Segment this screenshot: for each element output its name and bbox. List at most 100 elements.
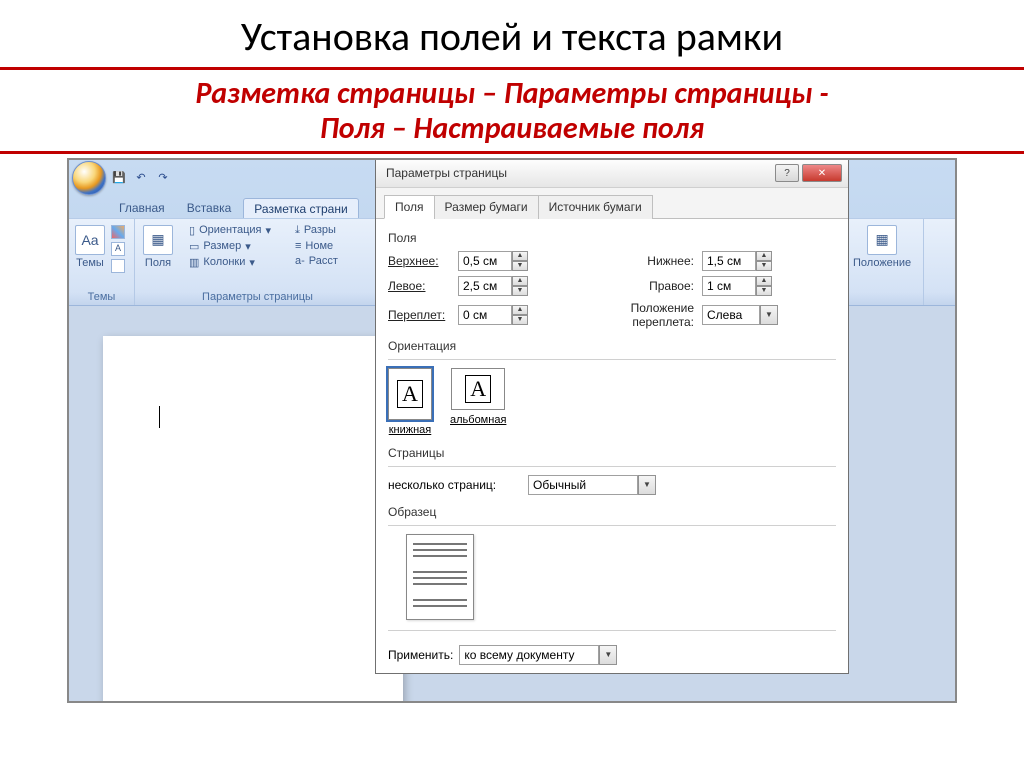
spin-down-icon[interactable]: ▼ xyxy=(756,286,772,296)
save-icon[interactable]: 💾 xyxy=(110,169,128,187)
close-button[interactable]: ✕ xyxy=(802,164,842,182)
orientation-section: Ориентация A книжная A альбомная xyxy=(388,339,836,436)
margins-icon: ▦ xyxy=(143,225,173,255)
page-setup-dialog: Параметры страницы ? ✕ Поля Размер бумаг… xyxy=(375,159,849,674)
breaks-button[interactable]: ⤓ Разры xyxy=(295,223,338,238)
page-setup-group-label: Параметры страницы xyxy=(135,291,380,303)
orientation-icon: ▯ xyxy=(189,224,195,237)
columns-button[interactable]: ▥Колонки ▾ xyxy=(189,255,271,270)
text-cursor xyxy=(159,406,160,428)
hyphenation-button[interactable]: a- Расст xyxy=(295,254,338,268)
spin-up-icon[interactable]: ▲ xyxy=(512,251,528,261)
theme-effects-icon[interactable] xyxy=(111,259,125,273)
chevron-down-icon[interactable]: ▼ xyxy=(599,645,617,665)
themes-icon: Aa xyxy=(75,225,105,255)
top-margin-label: Верхнее: xyxy=(388,254,458,268)
dialog-titlebar[interactable]: Параметры страницы ? ✕ xyxy=(376,160,848,188)
spin-down-icon[interactable]: ▼ xyxy=(512,315,528,325)
orientation-label: Ориентация xyxy=(199,224,261,236)
orientation-landscape[interactable]: A альбомная xyxy=(450,368,506,436)
size-icon: ▭ xyxy=(189,240,199,253)
apply-to-label: Применить: xyxy=(388,648,453,662)
spin-up-icon[interactable]: ▲ xyxy=(756,276,772,286)
gutter-field[interactable] xyxy=(458,305,512,325)
margins-button[interactable]: ▦ Поля xyxy=(143,225,173,269)
divider xyxy=(388,466,836,467)
preview-section-label: Образец xyxy=(388,505,836,519)
divider xyxy=(388,359,836,360)
subtitle-line2: Поля – Настраиваемые поля xyxy=(320,110,704,147)
gutter-input[interactable]: ▲▼ xyxy=(458,305,528,325)
columns-icon: ▥ xyxy=(189,256,199,269)
spin-up-icon[interactable]: ▲ xyxy=(512,276,528,286)
pages-section-label: Страницы xyxy=(388,446,836,460)
tab-fields[interactable]: Поля xyxy=(384,195,435,219)
orientation-portrait[interactable]: A книжная xyxy=(388,368,432,436)
gutter-position-field[interactable] xyxy=(702,305,760,325)
right-margin-input[interactable]: ▲▼ xyxy=(702,276,772,296)
top-margin-input[interactable]: ▲▼ xyxy=(458,251,528,271)
landscape-label: альбомная xyxy=(450,414,506,426)
apply-to-select[interactable]: ▼ xyxy=(459,645,617,665)
tab-paper-source[interactable]: Источник бумаги xyxy=(538,195,653,219)
tab-home[interactable]: Главная xyxy=(109,198,175,220)
undo-icon[interactable]: ↶ xyxy=(132,169,150,187)
slide-title: Установка полей и текста рамки xyxy=(0,0,1024,67)
columns-label: Колонки xyxy=(203,256,245,268)
right-margin-field[interactable] xyxy=(702,276,756,296)
theme-colors-icon[interactable] xyxy=(111,225,125,239)
tab-insert[interactable]: Вставка xyxy=(177,198,242,220)
chevron-down-icon[interactable]: ▼ xyxy=(638,475,656,495)
size-label: Размер xyxy=(203,240,241,252)
left-margin-label: Левое: xyxy=(388,279,458,293)
chevron-down-icon[interactable]: ▼ xyxy=(760,305,778,325)
bottom-margin-label: Нижнее: xyxy=(572,254,702,268)
spin-down-icon[interactable]: ▼ xyxy=(512,261,528,271)
apply-to-field[interactable] xyxy=(459,645,599,665)
glyph-a: A xyxy=(465,375,491,403)
gutter-label: Переплет: xyxy=(388,308,458,322)
pages-section: Страницы несколько страниц: ▼ xyxy=(388,446,836,495)
ribbon-group-page-setup: ▦ Поля ▯Ориентация ▾ ▭Размер ▾ ▥Колонки … xyxy=(135,219,381,305)
tab-page-layout[interactable]: Разметка страни xyxy=(243,198,358,220)
gutter-position-select[interactable]: ▼ xyxy=(702,305,778,325)
screenshot: 💾 ↶ ↷ Главная Вставка Разметка страни Aa… xyxy=(67,158,957,703)
document-page[interactable] xyxy=(103,336,403,703)
theme-fonts-icon[interactable]: A xyxy=(111,242,125,256)
help-button[interactable]: ? xyxy=(775,164,799,182)
bottom-margin-input[interactable]: ▲▼ xyxy=(702,251,772,271)
left-margin-field[interactable] xyxy=(458,276,512,296)
position-button[interactable]: ▦ Положение xyxy=(853,225,911,269)
tab-paper-size[interactable]: Размер бумаги xyxy=(434,195,539,219)
hyphenation-label: Расст xyxy=(309,255,338,267)
spin-down-icon[interactable]: ▼ xyxy=(756,261,772,271)
orientation-button[interactable]: ▯Ориентация ▾ xyxy=(189,223,271,238)
portrait-icon: A xyxy=(388,368,432,420)
margins-section: Поля Верхнее: ▲▼ Нижнее: ▲▼ xyxy=(388,231,836,329)
multiple-pages-field[interactable] xyxy=(528,475,638,495)
office-button[interactable] xyxy=(72,161,106,195)
bottom-margin-field[interactable] xyxy=(702,251,756,271)
line-numbers-button[interactable]: ≡ Номе xyxy=(295,239,338,253)
line-numbers-label: Номе xyxy=(305,240,333,252)
apply-row: Применить: ▼ xyxy=(388,639,836,667)
preview-thumbnail xyxy=(406,534,474,620)
top-margin-field[interactable] xyxy=(458,251,512,271)
left-margin-input[interactable]: ▲▼ xyxy=(458,276,528,296)
spin-up-icon[interactable]: ▲ xyxy=(512,305,528,315)
size-button[interactable]: ▭Размер ▾ xyxy=(189,239,271,254)
themes-button[interactable]: Aa Темы xyxy=(75,225,105,269)
spin-down-icon[interactable]: ▼ xyxy=(512,286,528,296)
quick-access-toolbar: 💾 ↶ ↷ xyxy=(72,163,172,193)
word-window: 💾 ↶ ↷ Главная Вставка Разметка страни Aa… xyxy=(69,160,955,701)
preview-section: Образец xyxy=(388,505,836,620)
spin-up-icon[interactable]: ▲ xyxy=(756,251,772,261)
multiple-pages-label: несколько страниц: xyxy=(388,478,518,492)
ribbon-group-position: ▦ Положение xyxy=(839,219,924,305)
breaks-label: Разры xyxy=(304,224,336,236)
redo-icon[interactable]: ↷ xyxy=(154,169,172,187)
themes-group-label: Темы xyxy=(69,291,134,303)
ribbon-tabs: Главная Вставка Разметка страни xyxy=(109,198,359,220)
ribbon-group-themes: Aa Темы A Темы xyxy=(69,219,135,305)
multiple-pages-select[interactable]: ▼ xyxy=(528,475,656,495)
